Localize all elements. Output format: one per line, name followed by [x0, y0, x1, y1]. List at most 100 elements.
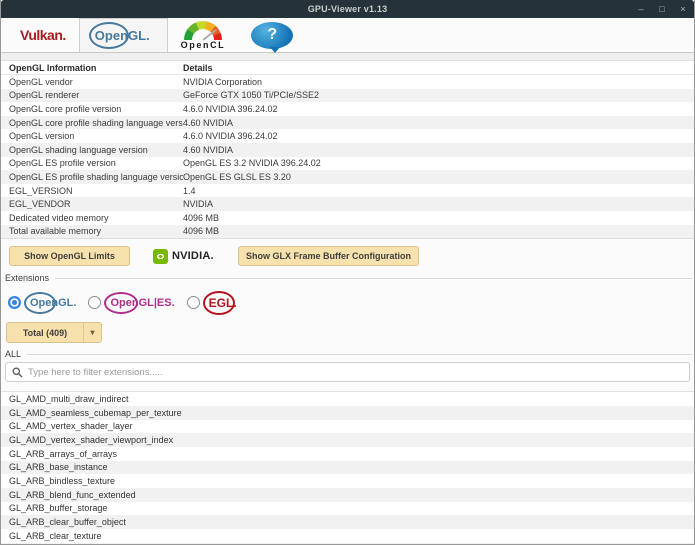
search-box: [5, 362, 690, 383]
table-row[interactable]: EGL_VENDOR NVIDIA: [1, 197, 694, 211]
info-cell: OpenGL renderer: [9, 90, 80, 101]
nvidia-wordmark: NVIDIA.: [172, 250, 214, 263]
extension-row[interactable]: GL_ARB_blend_func_extended: [1, 487, 694, 502]
table-row[interactable]: OpenGL ES profile shading language versi…: [1, 170, 694, 184]
table-row[interactable]: Total available memory 4096 MB: [1, 224, 694, 239]
close-button[interactable]: ×: [678, 0, 688, 18]
info-cell: OpenGL version: [9, 131, 75, 142]
opengles-radio-logo: OpenGL|ES.: [104, 291, 177, 314]
egl-radio-logo: EGL.: [202, 290, 240, 315]
details-cell: 4.6.0 NVIDIA 396.24.02: [183, 103, 278, 114]
table-row[interactable]: OpenGL shading language version 4.60 NVI…: [1, 142, 694, 157]
info-cell: OpenGL ES profile shading language versi…: [9, 171, 183, 182]
all-frame-label: ALL: [5, 349, 22, 360]
details-cell: 4096 MB: [183, 212, 220, 223]
tab-help[interactable]: ?: [238, 18, 306, 53]
table-row[interactable]: OpenGL core profile shading language ver…: [1, 115, 694, 130]
nvidia-eye-icon: [153, 248, 168, 264]
info-cell: OpenGL shading language version: [9, 144, 148, 155]
table-row[interactable]: OpenGL version 4.6.0 NVIDIA 396.24.02: [1, 129, 694, 143]
info-cell: EGL_VENDOR: [9, 199, 71, 210]
table-row[interactable]: OpenGL vendor NVIDIA Corporation: [1, 75, 694, 89]
radio-selected-icon[interactable]: [8, 296, 21, 310]
extension-row[interactable]: GL_ARB_clip_control: [1, 542, 694, 544]
details-cell: NVIDIA Corporation: [183, 76, 263, 87]
extension-row[interactable]: GL_ARB_clear_buffer_object: [1, 515, 694, 529]
extension-row[interactable]: GL_AMD_vertex_shader_layer: [1, 420, 694, 434]
info-cell: OpenGL vendor: [9, 76, 73, 87]
info-cell: Total available memory: [9, 226, 102, 237]
details-cell: OpenGL ES GLSL ES 3.20: [183, 171, 291, 182]
extension-row[interactable]: GL_ARB_buffer_storage: [1, 502, 694, 516]
table-header-row: OpenGL Information Details: [1, 61, 694, 75]
gpu-viewer-window: GPU-Viewer v1.13 – □ × Vulkan. OpenGL. O…: [0, 0, 695, 545]
vulkan-logo: Vulkan.: [20, 27, 66, 43]
window-controls: – □ ×: [636, 0, 688, 18]
tab-opengl[interactable]: OpenGL.: [78, 18, 168, 52]
opencl-gauge-icon: [183, 20, 222, 41]
opengles-radio-label: OpenGL|ES.: [110, 296, 175, 309]
details-cell: 1.4: [183, 185, 196, 196]
extension-row[interactable]: GL_ARB_bindless_texture: [1, 474, 694, 488]
extension-type-radios: OpenGL. OpenGL|ES. EGL.: [1, 283, 694, 315]
info-cell: OpenGL core profile version: [9, 103, 122, 114]
search-icon: [12, 367, 23, 378]
extension-row[interactable]: GL_AMD_seamless_cubemap_per_texture: [1, 405, 694, 420]
titlebar: GPU-Viewer v1.13 – □ ×: [1, 0, 694, 18]
chevron-down-icon: ▾: [83, 323, 101, 343]
table-row[interactable]: OpenGL renderer GeForce GTX 1050 Ti/PCIe…: [1, 88, 694, 103]
actions-row: Show OpenGL Limits NVIDIA. Show GLX Fram…: [1, 239, 694, 274]
radio-group-egl[interactable]: EGL.: [186, 290, 240, 315]
details-cell: NVIDIA: [183, 199, 214, 210]
tab-vulkan[interactable]: Vulkan.: [7, 18, 79, 52]
details-cell: 4.6.0 NVIDIA 396.24.02: [183, 131, 278, 142]
extension-row[interactable]: GL_ARB_base_instance: [1, 460, 694, 475]
show-glx-config-button[interactable]: Show GLX Frame Buffer Configuration: [238, 246, 419, 267]
details-cell: 4096 MB: [183, 226, 220, 237]
details-column-header: Details: [183, 62, 213, 73]
minimize-button[interactable]: –: [636, 0, 646, 18]
extension-list: GL_AMD_multi_draw_indirect GL_AMD_seamle…: [1, 392, 694, 544]
info-cell: EGL_VERSION: [9, 185, 73, 196]
total-dropdown[interactable]: Total (409) ▾: [6, 322, 102, 344]
radio-unselected-icon[interactable]: [186, 296, 200, 310]
extension-row[interactable]: GL_ARB_arrays_of_arrays: [1, 447, 694, 461]
maximize-button[interactable]: □: [657, 0, 667, 18]
details-cell: GeForce GTX 1050 Ti/PCIe/SSE2: [183, 90, 320, 101]
extensions-frame-label: Extensions: [5, 273, 50, 284]
extension-row[interactable]: GL_ARB_clear_texture: [1, 529, 694, 543]
extensions-frame-header: Extensions: [1, 273, 694, 283]
question-mark-icon: ?: [267, 26, 278, 43]
list-gap: [1, 382, 694, 393]
table-row[interactable]: EGL_VERSION 1.4: [1, 184, 694, 198]
tabbar: Vulkan. OpenGL. OpenCL ?: [1, 18, 694, 53]
opengl-radio-label: OpenGL.: [30, 296, 77, 309]
info-cell: OpenGL core profile shading language ver…: [9, 117, 183, 128]
total-dropdown-label: Total (409): [22, 327, 68, 338]
details-cell: 4.60 NVIDIA: [183, 117, 234, 128]
extension-row[interactable]: GL_AMD_vertex_shader_viewport_index: [1, 433, 694, 447]
search-input[interactable]: [28, 366, 683, 378]
opengl-radio-logo: OpenGL.: [24, 291, 79, 314]
gl-info-table: OpenGL Information Details OpenGL vendor…: [1, 61, 694, 240]
radio-group-opengles[interactable]: OpenGL|ES.: [88, 291, 177, 314]
opengl-logo-text: OpenGL.: [94, 28, 150, 43]
tab-opencl[interactable]: OpenCL: [168, 18, 239, 52]
show-opengl-limits-button[interactable]: Show OpenGL Limits: [9, 246, 130, 267]
info-cell: OpenGL ES profile version: [9, 158, 116, 169]
radio-unselected-icon[interactable]: [88, 296, 102, 310]
opengl-logo: OpenGL.: [88, 22, 154, 49]
details-cell: OpenGL ES 3.2 NVIDIA 396.24.02: [183, 158, 321, 169]
window-title: GPU-Viewer v1.13: [307, 4, 388, 14]
table-row[interactable]: OpenGL ES profile version OpenGL ES 3.2 …: [1, 157, 694, 171]
table-row[interactable]: OpenGL core profile version 4.6.0 NVIDIA…: [1, 102, 694, 116]
info-column-header: OpenGL Information: [9, 62, 97, 73]
nvidia-logo: NVIDIA.: [153, 246, 214, 266]
details-cell: 4.60 NVIDIA: [183, 144, 234, 155]
info-cell: Dedicated video memory: [9, 212, 109, 223]
extension-row[interactable]: GL_AMD_multi_draw_indirect: [1, 392, 694, 406]
table-row[interactable]: Dedicated video memory 4096 MB: [1, 211, 694, 225]
opencl-logo-text: OpenCL: [180, 39, 226, 50]
all-frame-header: ALL: [1, 349, 694, 359]
radio-group-opengl[interactable]: OpenGL.: [8, 291, 79, 314]
